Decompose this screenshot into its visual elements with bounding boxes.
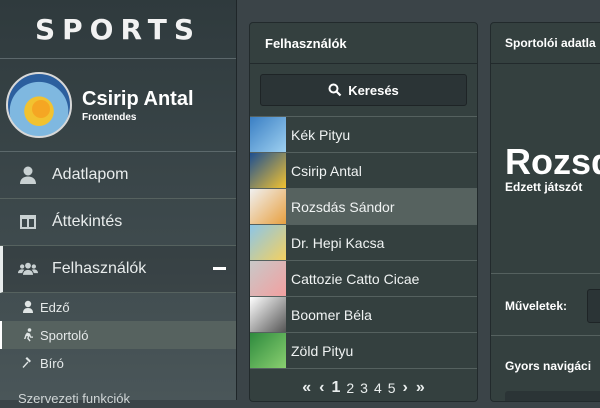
page-link[interactable]: 5 — [388, 380, 396, 396]
sidebar-subitem-label: Sportoló — [40, 327, 89, 343]
sidebar-subitem-label: Bíró — [40, 355, 64, 371]
user-name: Zöld Pityu — [291, 342, 354, 359]
athlete-name: Rozsdá — [505, 141, 600, 182]
page-link[interactable]: 1 — [331, 379, 340, 397]
edit-button[interactable] — [587, 289, 600, 323]
user-icon — [20, 166, 36, 184]
divider — [491, 335, 600, 336]
brand[interactable]: SPORTS — [0, 0, 236, 59]
list-item[interactable]: Dr. Hepi Kacsa — [250, 224, 477, 260]
users-panel: Felhasználók Keresés Kék Pityu Csirip An… — [249, 22, 478, 402]
avatar — [250, 117, 286, 152]
chevron-double-left-icon[interactable]: « — [302, 379, 311, 397]
columns-icon — [20, 215, 36, 229]
page-link[interactable]: 3 — [360, 380, 368, 396]
divider — [491, 273, 600, 274]
list-item[interactable]: Kék Pityu — [250, 116, 477, 152]
chevron-left-icon[interactable]: ‹ — [319, 379, 324, 397]
sidebar-subitem-coach[interactable]: Edző — [0, 293, 236, 321]
chevron-double-right-icon[interactable]: » — [416, 379, 425, 397]
panel-title: Sportolói adatla — [491, 23, 600, 64]
page-link[interactable]: 2 — [346, 380, 354, 396]
page-link[interactable]: 4 — [374, 380, 382, 396]
sidebar-item-organization[interactable]: Szervezeti funkciók — [0, 388, 254, 408]
sidebar-subitem-referee[interactable]: Bíró — [0, 349, 236, 377]
list-item[interactable]: Zöld Pityu — [250, 332, 477, 369]
athlete-detail-panel: Sportolói adatla Rozsdá Edzett játszót M… — [490, 22, 600, 402]
avatar — [250, 225, 286, 260]
profile-role: Frontendes — [82, 111, 137, 123]
sidebar-item-label: Szervezeti funkciók — [18, 390, 130, 406]
runner-icon — [24, 328, 33, 342]
avatar — [250, 261, 286, 296]
sidebar-item-label: Adatlapom — [52, 166, 129, 183]
user-name: Boomer Béla — [291, 306, 372, 323]
whistle-icon — [23, 300, 33, 313]
quick-nav-label: Gyors navigáci — [505, 359, 592, 373]
sidebar-item-users[interactable]: Felhasználók — [0, 246, 236, 293]
quick-nav-select[interactable] — [505, 391, 600, 401]
sidebar-item-label: Áttekintés — [52, 213, 123, 230]
avatar — [250, 153, 286, 188]
panel-title: Felhasználók — [250, 23, 477, 64]
athlete-subtitle: Edzett játszót — [505, 180, 583, 194]
search-label: Keresés — [348, 82, 399, 98]
gavel-icon — [22, 357, 31, 368]
users-icon — [18, 262, 38, 275]
minus-icon[interactable] — [213, 267, 226, 270]
user-list: Kék Pityu Csirip Antal Rozsdás Sándor Dr… — [250, 116, 477, 369]
user-name: Cattozie Catto Cicae — [291, 270, 420, 287]
sidebar: SPORTS Csirip Antal Frontendes Adatlapom… — [0, 0, 237, 406]
search-button[interactable]: Keresés — [260, 74, 467, 106]
avatar — [6, 72, 72, 138]
sidebar-item-label: Felhasználók — [52, 260, 147, 277]
list-item[interactable]: Csirip Antal — [250, 152, 477, 188]
sidebar-item-overview[interactable]: Áttekintés — [0, 199, 236, 246]
sidebar-subitem-athlete[interactable]: Sportoló — [0, 321, 236, 349]
list-item[interactable]: Cattozie Catto Cicae — [250, 260, 477, 296]
search-icon — [328, 83, 342, 97]
brand-title: SPORTS — [34, 12, 202, 46]
pagination: « ‹ 1 2 3 4 5 › » — [250, 369, 477, 401]
avatar — [250, 333, 286, 368]
chevron-right-icon[interactable]: › — [403, 379, 408, 397]
user-name: Rozsdás Sándor — [291, 198, 395, 215]
actions-label: Műveletek: — [505, 299, 568, 313]
profile-card[interactable]: Csirip Antal Frontendes — [0, 59, 236, 152]
avatar — [250, 297, 286, 332]
user-name: Kék Pityu — [291, 126, 351, 143]
sidebar-item-profile[interactable]: Adatlapom — [0, 152, 236, 199]
list-item[interactable]: Rozsdás Sándor — [250, 188, 477, 224]
user-name: Csirip Antal — [291, 162, 362, 179]
user-name: Dr. Hepi Kacsa — [291, 234, 385, 251]
avatar — [250, 189, 286, 224]
sidebar-subitem-label: Edző — [40, 299, 70, 315]
profile-name: Csirip Antal — [82, 87, 194, 110]
list-item[interactable]: Boomer Béla — [250, 296, 477, 332]
